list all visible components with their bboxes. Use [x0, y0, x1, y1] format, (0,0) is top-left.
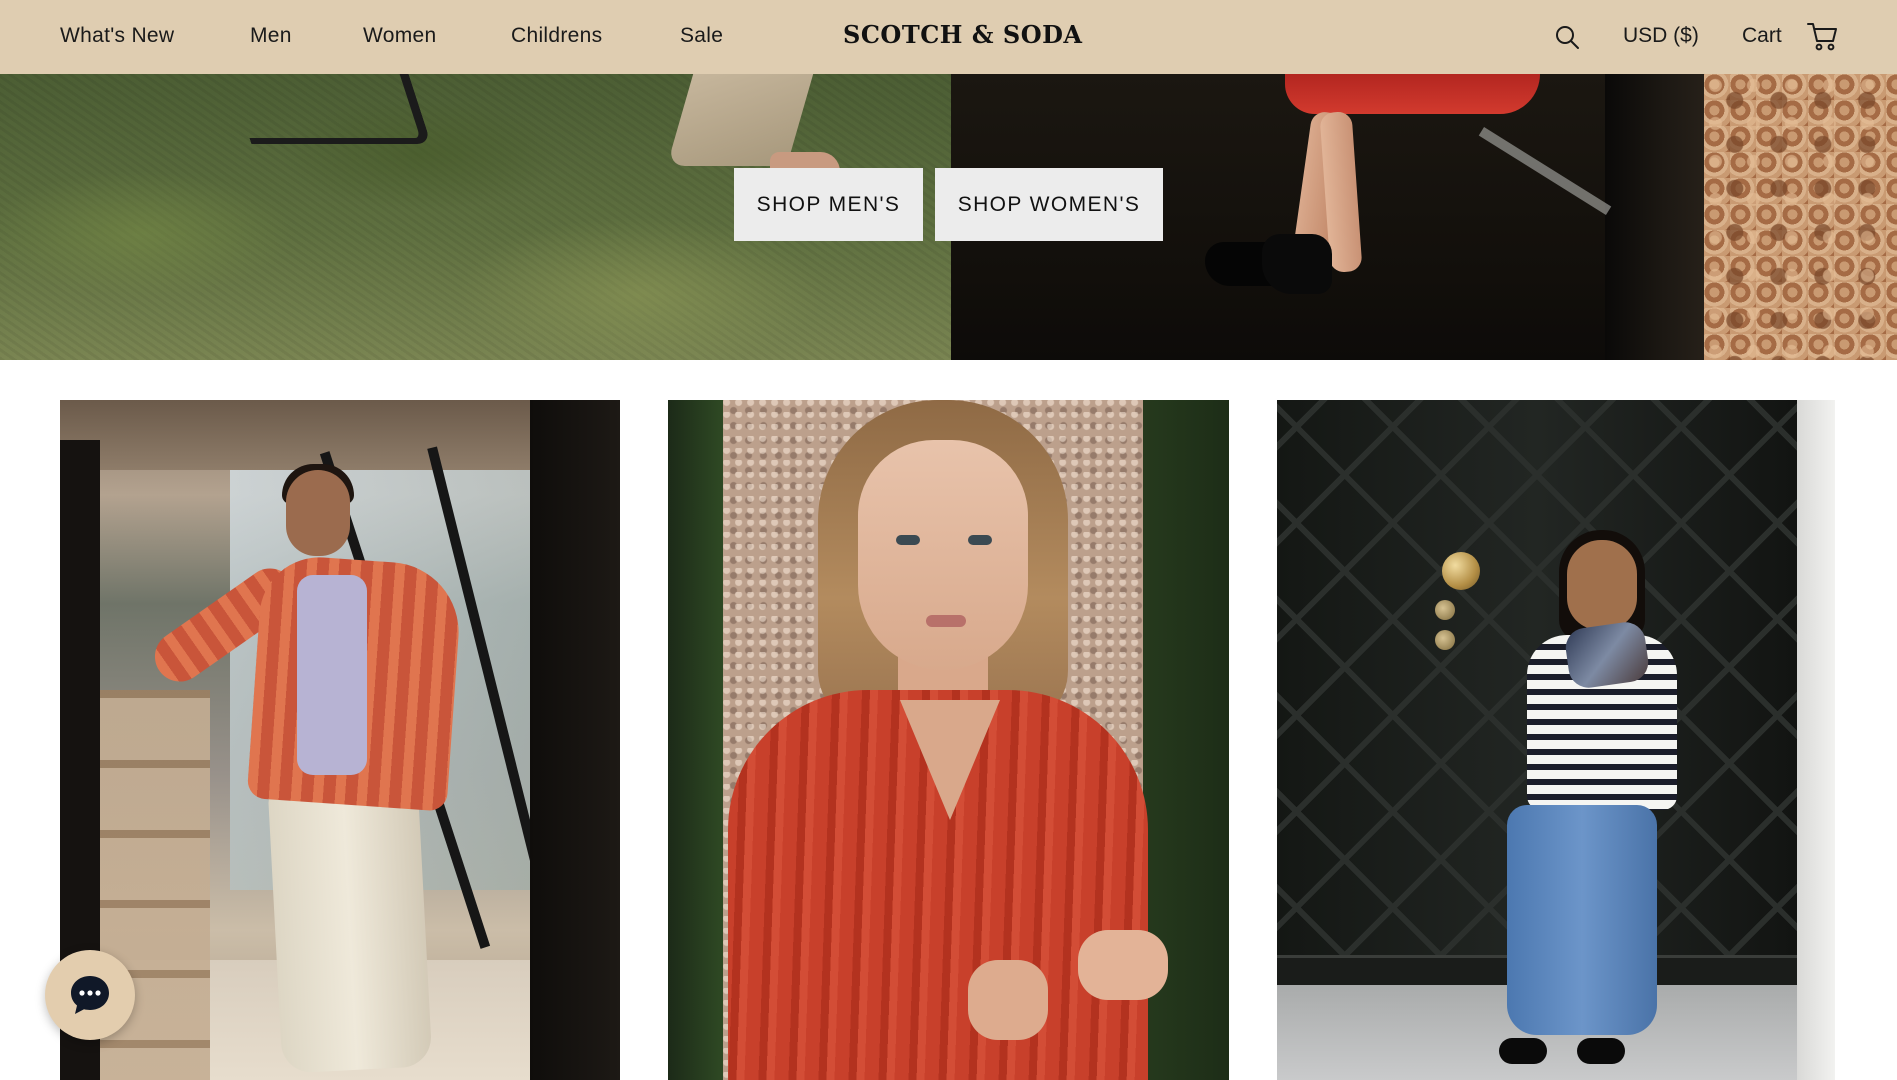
cart-label: Cart [1742, 24, 1782, 47]
site-header: What's New Men Women Childrens Sale SCOT… [0, 0, 1897, 74]
shop-mens-button[interactable]: SHOP MEN'S [734, 168, 923, 241]
mens-category-tile[interactable] [60, 400, 620, 1080]
chat-bubble-icon [71, 976, 109, 1014]
womens-category-tile[interactable] [668, 400, 1229, 1080]
cart-icon [1807, 23, 1837, 51]
nav-childrens[interactable]: Childrens [511, 24, 602, 48]
nav-whats-new[interactable]: What's New [60, 24, 174, 48]
childrens-category-tile[interactable] [1277, 400, 1835, 1080]
currency-selector[interactable]: USD ($) [1623, 24, 1699, 48]
nav-men[interactable]: Men [250, 24, 292, 48]
chat-launcher-button[interactable] [45, 950, 135, 1040]
shop-womens-button[interactable]: SHOP WOMEN'S [935, 168, 1163, 241]
nav-sale[interactable]: Sale [680, 24, 723, 48]
brand-logo[interactable]: SCOTCH & SODA [843, 20, 1082, 49]
search-icon[interactable] [1554, 24, 1580, 50]
nav-women[interactable]: Women [363, 24, 436, 48]
